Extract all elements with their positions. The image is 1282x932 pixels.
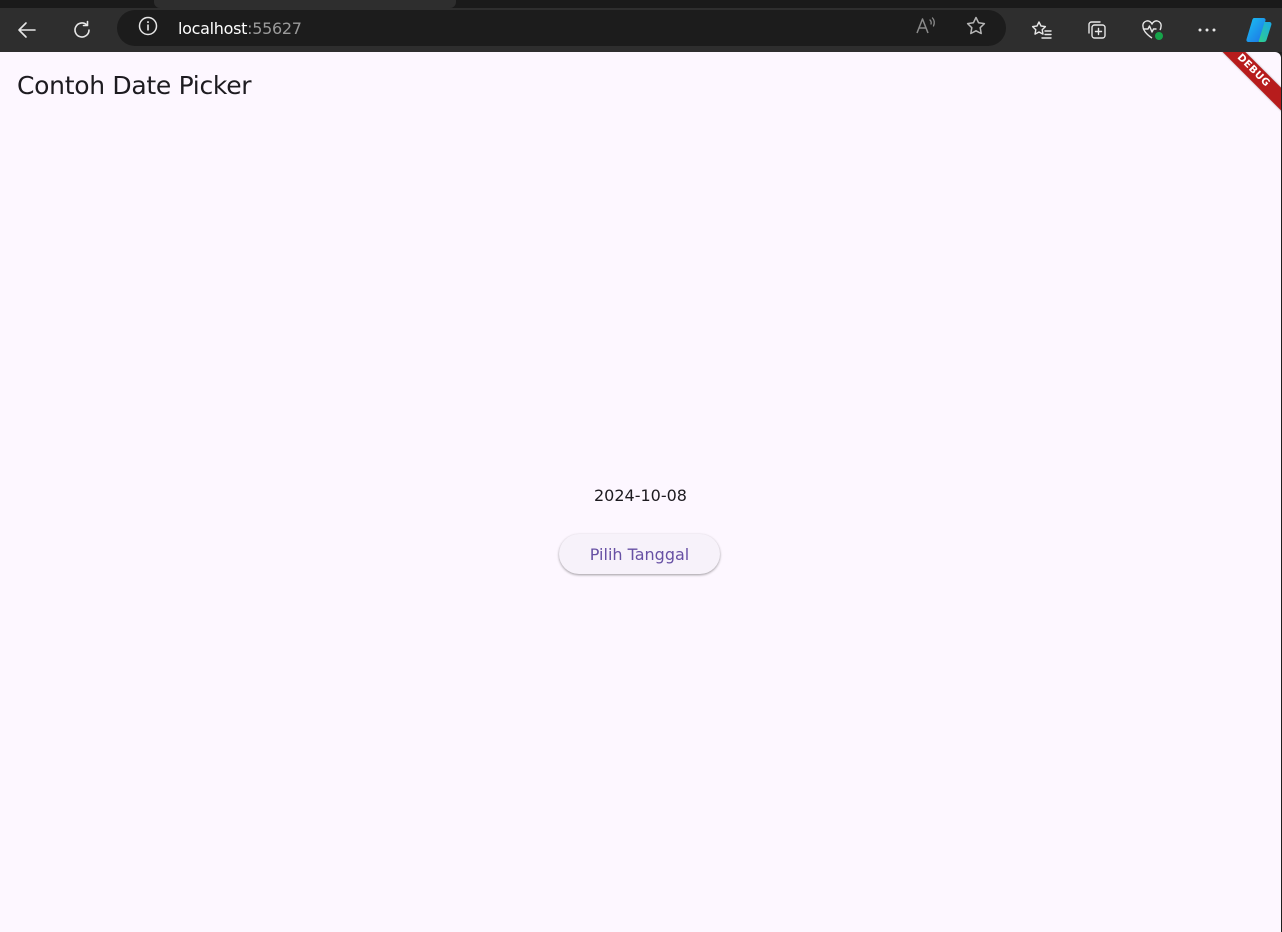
url-port: :55627	[247, 19, 302, 38]
copilot-icon	[1243, 14, 1275, 46]
performance-button[interactable]	[1134, 12, 1170, 48]
url-text[interactable]: localhost:55627	[178, 19, 302, 38]
back-button[interactable]	[9, 12, 45, 48]
page-title: Contoh Date Picker	[17, 71, 252, 100]
read-aloud-button[interactable]	[914, 16, 938, 40]
more-icon	[1195, 18, 1219, 42]
pick-date-button[interactable]: Pilih Tanggal	[559, 534, 720, 574]
collections-icon	[1085, 18, 1109, 42]
address-bar[interactable]: localhost:55627	[117, 10, 1006, 46]
site-info-button[interactable]	[137, 15, 159, 42]
selected-date: 2024-10-08	[594, 486, 687, 505]
heartbeat-icon	[1139, 17, 1165, 43]
collections-button[interactable]	[1079, 12, 1115, 48]
star-icon	[964, 14, 988, 43]
reload-button[interactable]	[64, 12, 100, 48]
favorites-button[interactable]	[1024, 12, 1060, 48]
add-favorite-button[interactable]	[964, 16, 988, 40]
browser-toolbar: localhost:55627	[0, 8, 1282, 52]
app-viewport: Contoh Date Picker 2024-10-08 Pilih Tang…	[0, 52, 1281, 932]
info-icon	[137, 15, 159, 42]
url-host: localhost	[178, 19, 248, 38]
settings-menu-button[interactable]	[1189, 12, 1225, 48]
read-aloud-icon	[914, 14, 938, 43]
favorites-list-icon	[1030, 18, 1054, 42]
debug-banner: DEBUG	[1205, 52, 1281, 119]
reload-icon	[70, 18, 94, 42]
copilot-button[interactable]	[1241, 12, 1277, 48]
active-tab[interactable]	[154, 0, 456, 8]
tab-strip	[0, 0, 1282, 8]
back-arrow-icon	[15, 18, 39, 42]
